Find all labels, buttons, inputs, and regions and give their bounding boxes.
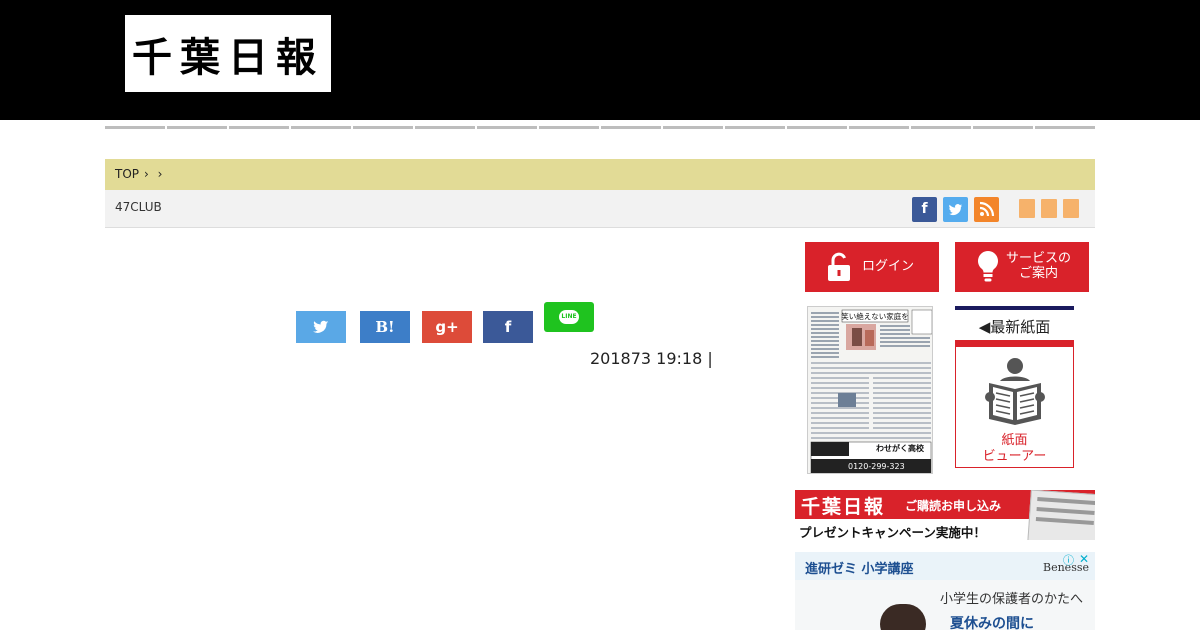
ad-info-icon[interactable]: ⓘ [1063,552,1074,568]
nav-item[interactable] [291,120,351,129]
twitter-icon[interactable] [943,197,968,222]
newspaper-reader-icon [985,358,1045,425]
nav-item[interactable] [539,120,599,129]
logo-text: 千葉日報 [132,33,324,81]
nav-item[interactable] [105,120,165,129]
nav-item[interactable] [167,120,227,129]
article-date: 201873 19:18 | [590,349,713,368]
nav-item[interactable] [415,120,475,129]
share-line-button[interactable]: LINE [544,302,594,332]
ad-close-icon[interactable]: ✕ [1079,552,1089,566]
47club-link[interactable]: 47CLUB [115,200,162,214]
nav-item[interactable] [477,120,537,129]
paper-headline: 笑い絶えない家庭を [841,311,909,321]
paper-ad-text: わせがく高校 [876,443,925,453]
breadcrumb: TOP › › [105,159,1095,190]
ad-line1: 小学生の保護者のかたへ [940,592,1084,607]
line-icon: LINE [559,310,579,324]
latest-paper-link[interactable]: ◀最新紙面 [955,306,1074,340]
banner-newspaper-image [1027,490,1095,540]
ad-title: 進研ゼミ 小学講座 [805,562,914,577]
ad-banner[interactable]: 進研ゼミ 小学講座 Benesse ⓘ ✕ 小学生の保護者のかたへ 夏休みの間に [795,552,1095,630]
nav-item[interactable] [725,120,785,129]
nav-item[interactable] [787,120,847,129]
paper-viewer-button[interactable]: 紙面 ビューアー [955,340,1074,468]
banner-campaign: プレゼントキャンペーン実施中！ [799,525,986,540]
latest-paper-thumbnail[interactable]: 笑い絶えない家庭を わせがく高校 0120-299-323 [807,306,933,474]
nav-item[interactable] [601,120,661,129]
login-button[interactable]: ログイン [805,242,939,292]
nav-item[interactable] [1035,120,1095,129]
viewer-label-line1: 紙面 [1001,433,1028,448]
breadcrumb-separator: › [144,167,149,181]
share-facebook-button[interactable]: f [483,311,533,343]
ad-line2: 夏休みの間に [950,616,1034,630]
login-label: ログイン [862,259,915,274]
nav-item[interactable] [353,120,413,129]
latest-paper-panel: ◀最新紙面 紙面 ビューアー [955,306,1074,468]
font-size-medium-button[interactable] [1041,199,1057,218]
lightbulb-icon [978,251,998,282]
viewer-label: 紙面 ビューアー [956,433,1073,465]
banner-tagline: ご購読お申し込み [905,499,1002,513]
unlock-icon [828,252,850,281]
share-twitter-button[interactable] [296,311,346,343]
global-nav [105,120,1095,130]
site-logo[interactable]: 千葉日報 [125,15,331,92]
viewer-label-line2: ビューアー [982,449,1047,464]
facebook-icon[interactable]: f [912,197,937,222]
service-label-line2: ご案内 [1019,266,1059,281]
nav-item[interactable] [229,120,289,129]
nav-item[interactable] [911,120,971,129]
nav-item[interactable] [973,120,1033,129]
breadcrumb-separator: › [157,167,163,181]
nav-item[interactable] [663,120,723,129]
site-header: 千葉日報 [0,0,1200,120]
share-hatena-button[interactable]: B! [360,311,410,343]
banner-logo-text: 千葉日報 [801,496,886,518]
rss-icon[interactable] [974,197,999,222]
breadcrumb-top-link[interactable]: TOP [115,167,139,181]
subscription-banner[interactable]: 千葉日報 ご購読お申し込み プレゼントキャンペーン実施中！ [795,490,1095,540]
share-googleplus-button[interactable]: g+ [422,311,472,343]
paper-ad-tel: 0120-299-323 [848,462,905,471]
font-size-small-button[interactable] [1019,199,1035,218]
nav-item[interactable] [849,120,909,129]
sub-bar: 47CLUB f [105,190,1095,228]
service-guide-button[interactable]: サービスの ご案内 [955,242,1089,292]
ad-child-image [880,604,926,630]
font-size-large-button[interactable] [1063,199,1079,218]
service-label-line1: サービスの [1006,251,1072,266]
